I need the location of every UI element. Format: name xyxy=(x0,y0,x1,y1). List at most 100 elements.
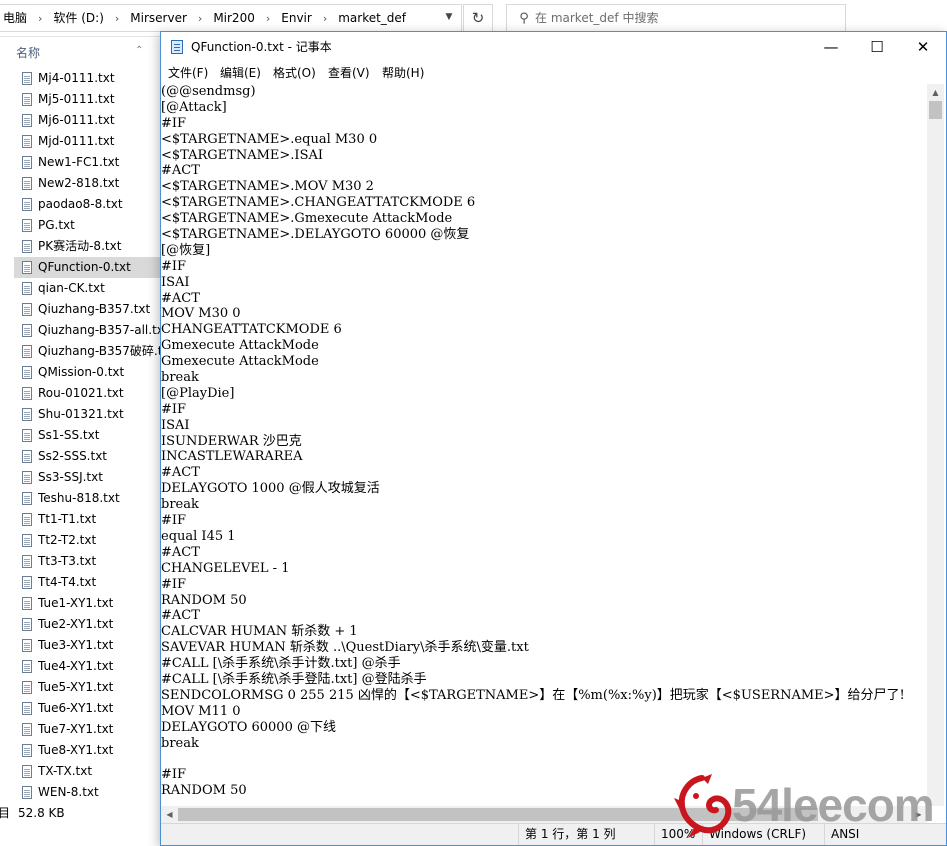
refresh-button[interactable]: ↻ xyxy=(463,4,493,32)
text-line: ISAI xyxy=(161,417,190,433)
file-list-item[interactable]: Tue6-XY1.txt xyxy=(14,698,162,719)
breadcrumb-item[interactable]: market_def xyxy=(335,5,409,31)
file-list-item[interactable]: Tue8-XY1.txt xyxy=(14,740,162,761)
file-list-item[interactable]: Shu-01321.txt xyxy=(14,404,162,425)
minimize-button[interactable]: — xyxy=(808,32,854,62)
search-input[interactable]: ⚲ 在 market_def 中搜索 xyxy=(506,4,846,32)
file-name: Mj6-0111.txt xyxy=(38,113,115,127)
text-file-icon xyxy=(22,261,32,274)
text-line: <$TARGETNAME>.CHANGEATTATCKMODE 6 xyxy=(161,195,476,211)
text-line: #ACT xyxy=(161,163,200,179)
breadcrumb-item[interactable]: 软件 (D:) xyxy=(50,5,106,31)
vertical-scrollbar[interactable]: ▲ xyxy=(927,84,944,806)
maximize-button[interactable]: ☐ xyxy=(854,32,900,62)
column-header-name[interactable]: 名称 ⌃ xyxy=(0,40,160,66)
text-line: Gmexecute AttackMode xyxy=(161,338,319,354)
menu-format[interactable]: 格式(O) xyxy=(273,62,316,84)
text-line: <$TARGETNAME>.Gmexecute AttackMode xyxy=(161,211,453,227)
breadcrumb-item[interactable]: Mirserver xyxy=(127,5,190,31)
file-list-item[interactable]: Tue3-XY1.txt xyxy=(14,635,162,656)
text-line: #IF xyxy=(161,513,187,529)
text-file-icon xyxy=(22,198,32,211)
file-list-item[interactable]: Tue5-XY1.txt xyxy=(14,677,162,698)
file-list-item[interactable]: QMission-0.txt xyxy=(14,362,162,383)
file-name: Tt4-T4.txt xyxy=(38,575,97,589)
chevron-right-icon[interactable]: › xyxy=(190,6,210,31)
file-name: New1-FC1.txt xyxy=(38,155,120,169)
breadcrumb-item[interactable]: Mir200 xyxy=(210,5,258,31)
file-list-item[interactable]: Rou-01021.txt xyxy=(14,383,162,404)
vertical-scroll-thumb[interactable] xyxy=(929,101,942,119)
file-list-item[interactable]: qian-CK.txt xyxy=(14,278,162,299)
file-list-item[interactable]: Mj6-0111.txt xyxy=(14,110,162,131)
file-name: Tt3-T3.txt xyxy=(38,554,97,568)
file-name: Mj4-0111.txt xyxy=(38,71,115,85)
text-file-icon xyxy=(22,240,32,253)
menu-file[interactable]: 文件(F) xyxy=(168,62,208,84)
item-count-label: 目 xyxy=(0,806,11,820)
menu-edit[interactable]: 编辑(E) xyxy=(220,62,261,84)
file-list-item[interactable]: Qiuzhang-B357.txt xyxy=(14,299,162,320)
chevron-down-icon[interactable]: ▼ xyxy=(438,4,460,30)
text-line: ISUNDERWAR 沙巴克 xyxy=(161,433,302,449)
file-list-item[interactable]: Qiuzhang-B357破碎.txt xyxy=(14,341,162,362)
file-list-item[interactable]: New2-818.txt xyxy=(14,173,162,194)
text-line: ISAI xyxy=(161,274,190,290)
text-line: #CALL [\杀手系统\杀手登陆.txt] @登陆杀手 xyxy=(161,671,427,687)
selected-size: 52.8 KB xyxy=(18,806,65,820)
file-list-item[interactable]: Mj5-0111.txt xyxy=(14,89,162,110)
file-list-item[interactable]: Ss1-SS.txt xyxy=(14,425,162,446)
cursor-position: 第 1 行，第 1 列 xyxy=(518,824,654,845)
file-list-item[interactable]: paodao8-8.txt xyxy=(14,194,162,215)
breadcrumb-item[interactable]: Envir xyxy=(278,5,315,31)
file-list-item[interactable]: PK赛活动-8.txt xyxy=(14,236,162,257)
close-button[interactable]: ✕ xyxy=(900,32,946,62)
menu-view[interactable]: 查看(V) xyxy=(328,62,370,84)
file-list-item[interactable]: PG.txt xyxy=(14,215,162,236)
text-line: #IF xyxy=(161,576,187,592)
text-editor[interactable]: (@@sendmsg) [@Attack] #IF <$TARGETNAME>.equ… xyxy=(161,84,927,806)
text-line: Gmexecute AttackMode xyxy=(161,354,319,370)
text-line: [@PlayDie] xyxy=(161,385,235,401)
file-list-item[interactable]: Tue2-XY1.txt xyxy=(14,614,162,635)
file-list-item[interactable]: Tue7-XY1.txt xyxy=(14,719,162,740)
file-name: Tue7-XY1.txt xyxy=(38,722,114,736)
file-list-item[interactable]: Mjd-0111.txt xyxy=(14,131,162,152)
chevron-right-icon[interactable]: › xyxy=(258,6,278,31)
chevron-right-icon[interactable]: › xyxy=(107,6,127,31)
menu-help[interactable]: 帮助(H) xyxy=(382,62,424,84)
file-name: Shu-01321.txt xyxy=(38,407,124,421)
title-bar[interactable]: QFunction-0.txt - 记事本 — ☐ ✕ xyxy=(161,32,946,62)
breadcrumb-item[interactable]: 电脑 xyxy=(0,5,30,31)
text-line: <$TARGETNAME>.MOV M30 2 xyxy=(161,179,374,195)
file-list-item[interactable]: Tt1-T1.txt xyxy=(14,509,162,530)
file-list-item[interactable]: Mj4-0111.txt xyxy=(14,68,162,89)
text-line: INCASTLEWARAREA xyxy=(161,449,303,465)
chevron-right-icon[interactable]: › xyxy=(30,6,50,31)
text-line: [@Attack] xyxy=(161,99,227,115)
file-name: Teshu-818.txt xyxy=(38,491,120,505)
file-list-item[interactable]: WEN-8.txt xyxy=(14,782,162,803)
text-file-icon xyxy=(22,534,32,547)
file-list-item[interactable]: Teshu-818.txt xyxy=(14,488,162,509)
file-name: WEN-8.txt xyxy=(38,785,99,799)
file-list-item[interactable]: Ss2-SSS.txt xyxy=(14,446,162,467)
text-line: #IF xyxy=(161,258,187,274)
file-list-item[interactable]: New1-FC1.txt xyxy=(14,152,162,173)
text-file-icon xyxy=(22,597,32,610)
scroll-up-icon[interactable]: ▲ xyxy=(927,84,944,101)
file-list-item[interactable]: Tt4-T4.txt xyxy=(14,572,162,593)
breadcrumb[interactable]: 电脑 › 软件 (D:) › Mirserver › Mir200 › Envir › market… xyxy=(0,4,462,32)
text-file-icon xyxy=(22,177,32,190)
file-list-item[interactable]: TX-TX.txt xyxy=(14,761,162,782)
file-list-item[interactable]: Tue4-XY1.txt xyxy=(14,656,162,677)
file-list-item[interactable]: QFunction-0.txt xyxy=(14,257,162,278)
scroll-left-icon[interactable]: ◀ xyxy=(161,806,178,823)
file-list-item[interactable]: Ss3-SSJ.txt xyxy=(14,467,162,488)
file-list-item[interactable]: Tt2-T2.txt xyxy=(14,530,162,551)
file-list-item[interactable]: Tue1-XY1.txt xyxy=(14,593,162,614)
file-list-item[interactable]: Tt3-T3.txt xyxy=(14,551,162,572)
file-name: New2-818.txt xyxy=(38,176,120,190)
file-list-item[interactable]: Qiuzhang-B357-all.txt xyxy=(14,320,162,341)
chevron-right-icon[interactable]: › xyxy=(315,6,335,31)
